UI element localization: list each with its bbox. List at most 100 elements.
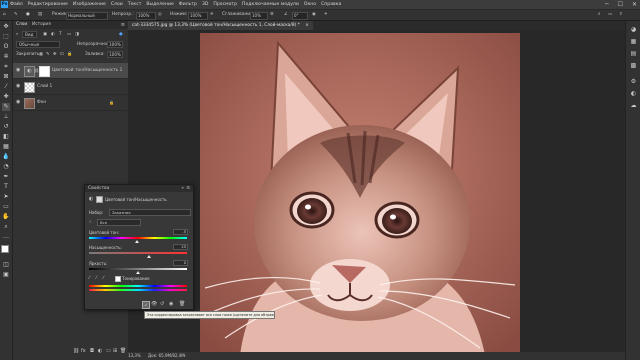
layer-row-hue-saturation[interactable]: ◉ ◐ ⛓ Цветовой тон/Насыщенность 1: [13, 63, 128, 79]
new-adjustment-icon[interactable]: ◐: [98, 348, 102, 354]
lock-transparency-icon[interactable]: ▦: [39, 51, 43, 56]
filter-toggle-icon[interactable]: ●: [119, 31, 123, 36]
visibility-eye-icon[interactable]: ◉: [16, 95, 22, 110]
frame-tool-icon[interactable]: ⊠: [2, 73, 10, 81]
zoom-level[interactable]: 13,3%: [128, 352, 141, 360]
preset-select[interactable]: Заказная: [109, 209, 191, 216]
visibility-eye-icon[interactable]: ◉: [16, 79, 22, 94]
crop-tool-icon[interactable]: ⌗: [2, 63, 10, 71]
eyedropper-icon[interactable]: ⁄: [89, 276, 90, 281]
mask-icon[interactable]: [96, 196, 103, 203]
menu-text[interactable]: Текст: [128, 0, 142, 9]
maximize-button[interactable]: ☐: [618, 0, 623, 9]
colorize-checkbox[interactable]: [115, 276, 121, 282]
swatches-icon[interactable]: ▦: [629, 37, 638, 46]
lock-pixels-icon[interactable]: ✎: [46, 51, 50, 56]
lock-position-icon[interactable]: ✥: [53, 51, 57, 56]
saturation-slider-knob[interactable]: [147, 255, 151, 258]
airbrush-icon[interactable]: ✈: [210, 10, 214, 20]
filter-pixel-icon[interactable]: ▣: [43, 31, 47, 36]
fx-icon[interactable]: fx: [81, 348, 86, 354]
tab-layers[interactable]: Слои: [13, 21, 31, 29]
workspace-icon[interactable]: ▭: [608, 10, 612, 20]
minimize-button[interactable]: ─: [605, 0, 609, 9]
saturation-slider-track[interactable]: [89, 252, 187, 254]
properties-title-bar[interactable]: Свойства » ≡: [85, 185, 193, 192]
lightness-slider-knob[interactable]: [136, 271, 140, 274]
foreground-color-swatch[interactable]: [1, 245, 9, 253]
lightness-slider-track[interactable]: [89, 268, 187, 270]
clip-to-layer-icon[interactable]: ↙: [142, 301, 150, 309]
more-tools-icon[interactable]: …: [2, 233, 10, 241]
eyedropper-plus-icon[interactable]: ⁄: [96, 276, 97, 281]
opacity-field[interactable]: 100%: [136, 12, 156, 20]
history-brush-icon[interactable]: ↺: [2, 123, 10, 131]
close-tab-icon[interactable]: ×: [305, 23, 309, 28]
menu-view[interactable]: Просмотр: [213, 0, 237, 9]
angle-field[interactable]: 0°: [292, 12, 308, 20]
layer-mask-thumbnail[interactable]: [39, 66, 50, 77]
smoothing-field[interactable]: 10%: [250, 12, 268, 20]
filter-type-icon[interactable]: T: [59, 31, 62, 36]
link-layers-icon[interactable]: ⛓: [73, 348, 79, 354]
hue-value[interactable]: -5: [173, 229, 188, 235]
hand-target-icon[interactable]: ☝: [89, 219, 91, 224]
dodge-tool-icon[interactable]: ◔: [2, 163, 10, 171]
filter-shape-icon[interactable]: ▭: [67, 31, 71, 36]
magic-wand-icon[interactable]: ✲: [2, 53, 10, 61]
filter-adjustment-icon[interactable]: ◐: [51, 31, 55, 36]
menu-window[interactable]: Окно: [304, 0, 316, 9]
saturation-value[interactable]: 25: [173, 244, 188, 250]
pen-tool-icon[interactable]: ✒: [2, 173, 10, 181]
hue-slider-knob[interactable]: [135, 240, 139, 243]
collapse-icon[interactable]: »: [181, 185, 184, 192]
brush-tool-icon[interactable]: ✎: [14, 10, 18, 20]
new-group-icon[interactable]: ▭: [106, 348, 111, 354]
search-icon[interactable]: ⌕: [598, 10, 600, 20]
lasso-tool-icon[interactable]: ʘ: [2, 43, 10, 51]
filter-smart-icon[interactable]: ◨: [75, 31, 79, 36]
properties-icon[interactable]: ⚙: [629, 77, 638, 86]
document-tab[interactable]: cat-3334575.jpg @ 13,3% (Цветовой тон/На…: [128, 21, 313, 30]
hand-tool-icon[interactable]: ✋: [2, 213, 10, 221]
gradient-icon[interactable]: ▦: [2, 143, 10, 151]
clone-stamp-icon[interactable]: ⊥: [2, 113, 10, 121]
menu-layers[interactable]: Слои: [111, 0, 123, 9]
visibility-toggle-icon[interactable]: ◉: [169, 301, 173, 307]
mode-select[interactable]: Нормальный: [66, 12, 108, 20]
hue-slider-track[interactable]: [89, 237, 187, 239]
healing-brush-icon[interactable]: ✚: [2, 93, 10, 101]
menu-select[interactable]: Выделение: [146, 0, 173, 9]
color-panel-icon[interactable]: ◕: [629, 25, 638, 34]
move-tool-icon[interactable]: ✥: [2, 23, 10, 31]
layer-row-background[interactable]: ◉ Фон 🔒: [13, 95, 128, 111]
menu-image[interactable]: Изображение: [73, 0, 106, 9]
eyedropper-icon[interactable]: ⁄: [2, 83, 10, 91]
reset-icon[interactable]: ↺: [160, 301, 164, 307]
blur-tool-icon[interactable]: 💧: [2, 153, 10, 161]
new-layer-icon[interactable]: ⊞: [113, 348, 117, 354]
quick-mask-icon[interactable]: ◫: [2, 261, 10, 269]
eyedropper-minus-icon[interactable]: ⁄: [103, 276, 104, 281]
canvas-area[interactable]: [128, 30, 625, 355]
menu-filter[interactable]: Фильтр: [179, 0, 197, 9]
eraser-icon[interactable]: ◧: [2, 133, 10, 141]
flow-field[interactable]: 100%: [188, 12, 208, 20]
pressure-opacity-icon[interactable]: ◎: [158, 10, 162, 20]
tab-history[interactable]: История: [29, 21, 54, 29]
panel-menu-icon[interactable]: ≡: [121, 21, 125, 29]
status-arrow-icon[interactable]: ›: [184, 352, 186, 360]
pressure-size-icon[interactable]: ◉: [312, 10, 316, 20]
share-icon[interactable]: ⇪: [619, 10, 623, 20]
menu-plugins[interactable]: Подключаемые модули: [242, 0, 299, 9]
libraries-icon[interactable]: ☁: [629, 101, 638, 110]
kind-filter-select[interactable]: Вид: [22, 31, 37, 38]
home-icon[interactable]: ⌂: [3, 10, 6, 20]
brush-preset-icon[interactable]: ●: [26, 10, 30, 20]
gradients-icon[interactable]: ▤: [629, 49, 638, 58]
menu-edit[interactable]: Редактирование: [28, 0, 68, 9]
visibility-eye-icon[interactable]: ◉: [16, 63, 22, 78]
zoom-tool-icon[interactable]: ⌕: [2, 223, 10, 231]
adjustments-icon[interactable]: ◐: [629, 89, 638, 98]
blend-mode-select[interactable]: Обычные: [16, 41, 60, 48]
